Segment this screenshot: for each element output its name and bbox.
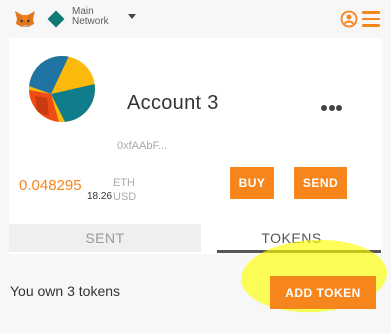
tab-sent[interactable]: SENT <box>9 224 201 252</box>
account-name: Account 3 <box>127 92 219 114</box>
account-switch-icon[interactable] <box>340 10 358 28</box>
token-count-text: You own 3 tokens <box>10 283 121 299</box>
top-bar: Main Network <box>0 0 391 38</box>
add-token-button[interactable]: ADD TOKEN <box>270 276 376 309</box>
identicon-avatar[interactable] <box>29 56 95 122</box>
chevron-down-icon[interactable] <box>128 14 136 19</box>
usd-unit-label: USD <box>113 191 137 203</box>
buy-button[interactable]: BUY <box>230 167 274 199</box>
network-diamond-icon <box>47 10 65 28</box>
hamburger-menu-icon[interactable] <box>362 11 380 27</box>
metamask-fox-icon[interactable] <box>14 10 36 28</box>
send-button[interactable]: SEND <box>294 167 347 199</box>
eth-balance: 0.048295 <box>19 177 82 194</box>
more-options-icon[interactable] <box>321 98 344 116</box>
eth-unit-label: ETH <box>113 177 135 189</box>
usd-balance: 18.26 <box>87 191 113 202</box>
account-address[interactable]: 0xfAAbF... <box>117 140 167 152</box>
network-selector[interactable]: Main Network <box>72 7 132 27</box>
